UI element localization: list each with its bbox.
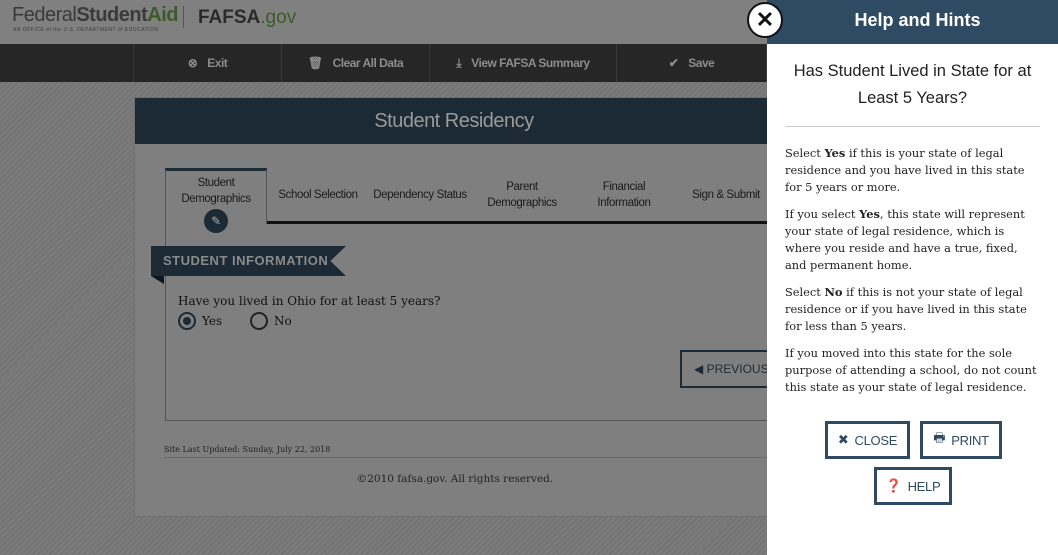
printer-icon: 🖶 (933, 430, 946, 445)
tab-parent-demographics[interactable]: Parent Demographics (471, 168, 573, 221)
close-x-icon: ✖ (837, 432, 849, 447)
help-panel-title: Help and Hints (767, 0, 1058, 44)
help-button[interactable]: ❓ HELP (874, 467, 952, 505)
tab-student-demographics[interactable]: Student Demographics ✎ (165, 168, 267, 233)
help-paragraph: If you moved into this state for the sol… (785, 346, 1037, 394)
download-icon: ⤓ (456, 55, 462, 70)
trash-icon: 🗑 (307, 56, 323, 70)
exit-button[interactable]: ⊗ Exit (134, 44, 282, 82)
tab-school-selection[interactable]: School Selection (267, 168, 369, 221)
help-question: Has Student Lived in State for at Least … (785, 58, 1040, 127)
tab-financial-information[interactable]: Financial Information (573, 168, 675, 221)
section-ribbon: STUDENT INFORMATION (151, 246, 346, 276)
help-paragraph: Select Yes if this is your state of lega… (785, 146, 1025, 194)
check-icon: ✔ (668, 56, 679, 70)
copyright: ©2010 fafsa.gov. All rights reserved. (356, 473, 554, 485)
exit-circle-icon: ⊗ (187, 56, 198, 70)
tab-sign-submit[interactable]: Sign & Submit (675, 168, 777, 221)
view-fafsa-summary-button[interactable]: ⤓ View FAFSA Summary (430, 44, 617, 82)
question-circle-icon: ❓ (885, 478, 902, 493)
federal-student-aid-logo[interactable]: FederalStudentAid (12, 4, 178, 27)
help-paragraph: If you select Yes, this state will repre… (785, 207, 1025, 272)
divider (164, 457, 774, 458)
question-label: Have you lived in Ohio for at least 5 ye… (178, 294, 441, 308)
last-updated: Site Last Updated: Sunday, July 22, 2018 (164, 445, 331, 454)
arrow-left-circle-icon: ◀ (694, 362, 704, 376)
progress-tabs: Student Demographics ✎ School Selection D… (165, 168, 785, 233)
page-title: Student Residency (135, 98, 773, 144)
help-panel: Help and Hints Has Student Lived in Stat… (767, 0, 1058, 555)
clear-all-data-button[interactable]: 🗑 Clear All Data (282, 44, 430, 82)
radio-no[interactable]: No (250, 312, 292, 330)
close-button[interactable]: ✖ CLOSE (825, 421, 910, 459)
ribbon-fold (151, 276, 164, 284)
logo-subtitle: AN OFFICE of the U.S. DEPARTMENT of EDUC… (13, 27, 159, 33)
help-body: Select Yes if this is your state of lega… (785, 145, 1040, 396)
tab-dependency-status[interactable]: Dependency Status (369, 168, 471, 221)
radio-unchecked-icon (250, 312, 268, 330)
print-button[interactable]: 🖶 PRINT (920, 421, 1002, 459)
radio-checked-icon (178, 312, 196, 330)
save-button[interactable]: ✔ Save (617, 44, 767, 82)
help-paragraph: Select No if this is not your state of l… (785, 285, 1027, 333)
previous-button[interactable]: ◀ PREVIOUS (680, 350, 780, 388)
fafsa-logo[interactable]: FAFSA.gov (198, 7, 296, 29)
logo-divider (183, 6, 184, 28)
main-card: Student Residency Student Demographics ✎ … (134, 97, 785, 517)
radio-yes[interactable]: Yes (178, 312, 222, 330)
close-panel-icon[interactable]: ✕ (747, 2, 783, 38)
